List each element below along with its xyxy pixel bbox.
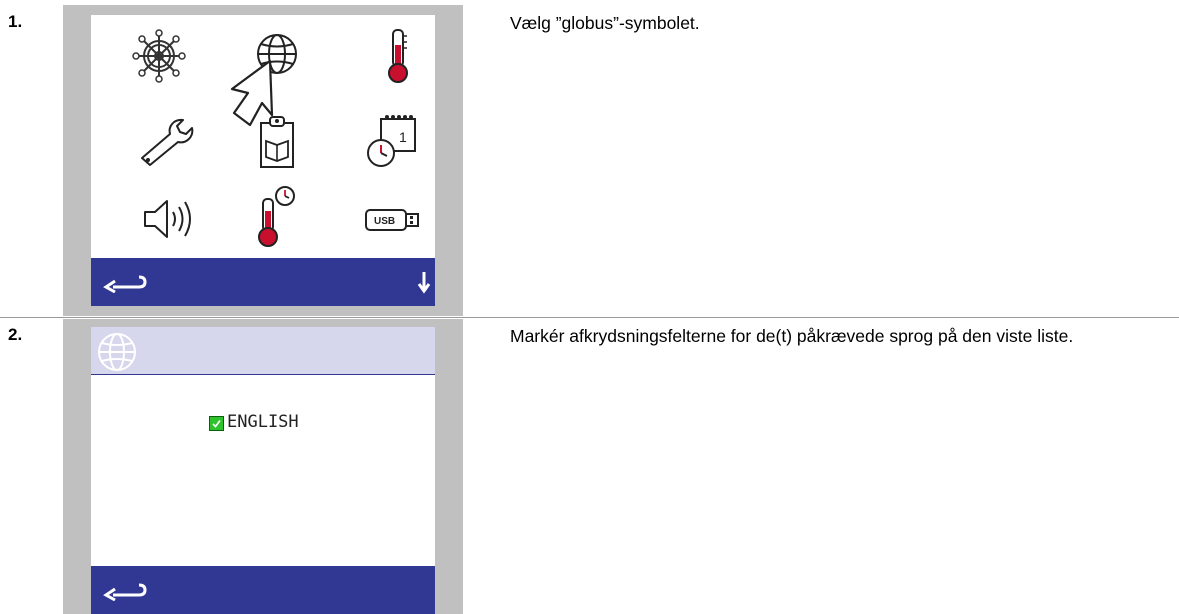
wheel-icon[interactable] — [131, 28, 187, 84]
thermometer-icon[interactable] — [385, 27, 411, 85]
globe-icon — [98, 333, 136, 371]
step-number: 2. — [8, 325, 23, 344]
speaker-icon[interactable] — [141, 196, 197, 242]
device-screen-menu: 1 USB — [91, 15, 435, 306]
device-frame: ENGLISH — [63, 319, 463, 614]
step-instruction: Vælg ”globus”-symbolet. — [510, 13, 700, 33]
language-label: ENGLISH — [227, 412, 299, 432]
device-screen-language: ENGLISH — [91, 327, 435, 614]
pointer-arrow-icon — [230, 59, 274, 127]
back-arrow-icon[interactable] — [101, 581, 147, 601]
usb-icon[interactable]: USB — [364, 207, 422, 233]
down-arrow-icon[interactable] — [417, 270, 431, 294]
step-2: 2. Markér afkrydsningsfelterne for de(t)… — [0, 319, 1179, 614]
svg-text:1: 1 — [399, 129, 407, 145]
bottom-bar — [91, 258, 435, 306]
device-frame: 1 USB — [63, 5, 463, 316]
svg-text:USB: USB — [374, 216, 395, 227]
screen-header — [91, 327, 435, 375]
step-number: 1. — [8, 12, 23, 31]
calendar-clock-icon[interactable]: 1 — [363, 111, 421, 171]
checkbox-checked-icon[interactable] — [209, 416, 224, 431]
wrench-icon[interactable] — [136, 116, 196, 166]
back-arrow-icon[interactable] — [101, 273, 147, 293]
step-divider — [0, 317, 1179, 318]
step-1: 1. Vælg ”globus”-symbolet. 1 USB — [0, 0, 1179, 316]
bottom-bar — [91, 566, 435, 614]
thermometer-clock-icon[interactable] — [257, 185, 297, 249]
step-instruction: Markér afkrydsningsfelterne for de(t) på… — [510, 326, 1074, 346]
